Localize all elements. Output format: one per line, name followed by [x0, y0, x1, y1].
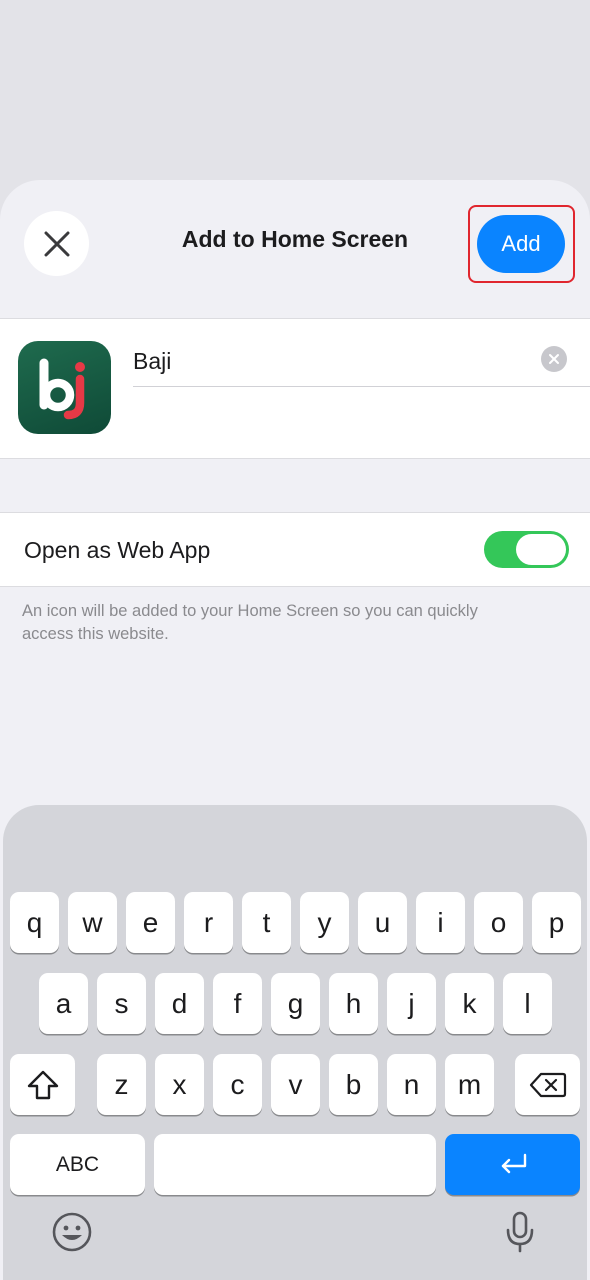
app-icon [18, 341, 111, 434]
key-b[interactable]: b [329, 1054, 378, 1115]
web-app-row: Open as Web App [0, 512, 590, 587]
key-j[interactable]: j [387, 973, 436, 1034]
key-x[interactable]: x [155, 1054, 204, 1115]
emoji-icon [52, 1212, 91, 1251]
key-i[interactable]: i [416, 892, 465, 953]
key-t[interactable]: t [242, 892, 291, 953]
key-y[interactable]: y [300, 892, 349, 953]
baji-logo-icon [39, 358, 85, 419]
emoji-button[interactable] [49, 1209, 94, 1254]
key-d[interactable]: d [155, 973, 204, 1034]
space-key[interactable] [154, 1134, 436, 1195]
web-app-toggle[interactable] [484, 531, 569, 568]
toggle-knob [516, 534, 566, 565]
key-k[interactable]: k [445, 973, 494, 1034]
delete-key[interactable] [515, 1054, 580, 1115]
key-l[interactable]: l [503, 973, 552, 1034]
clear-text-button[interactable] [541, 346, 567, 372]
key-w[interactable]: w [68, 892, 117, 953]
key-q[interactable]: q [10, 892, 59, 953]
return-icon [501, 1153, 526, 1173]
key-g[interactable]: g [271, 973, 320, 1034]
key-n[interactable]: n [387, 1054, 436, 1115]
key-s[interactable]: s [97, 973, 146, 1034]
web-app-label: Open as Web App [24, 537, 211, 563]
key-u[interactable]: u [358, 892, 407, 953]
key-a[interactable]: a [39, 973, 88, 1034]
key-r[interactable]: r [184, 892, 233, 953]
key-o[interactable]: o [474, 892, 523, 953]
key-m[interactable]: m [445, 1054, 494, 1115]
key-e[interactable]: e [126, 892, 175, 953]
abc-key[interactable]: ABC [10, 1134, 145, 1195]
dictation-button[interactable] [497, 1209, 542, 1254]
shift-key[interactable] [10, 1054, 75, 1115]
key-v[interactable]: v [271, 1054, 320, 1115]
keyboard: q w e r t y u i o p a s d f g h j k l z … [3, 805, 587, 1280]
footnote-text: An icon will be added to your Home Scree… [22, 602, 478, 643]
app-name-input[interactable] [133, 343, 533, 379]
name-underline [133, 386, 590, 387]
key-c[interactable]: c [213, 1054, 262, 1115]
key-p[interactable]: p [532, 892, 581, 953]
clear-icon [549, 354, 559, 364]
microphone-icon [506, 1211, 533, 1252]
app-name-card [0, 318, 590, 459]
key-z[interactable]: z [97, 1054, 146, 1115]
key-h[interactable]: h [329, 973, 378, 1034]
add-button[interactable]: Add [477, 215, 565, 273]
backspace-icon [529, 1072, 566, 1097]
return-key[interactable] [445, 1134, 580, 1195]
key-f[interactable]: f [213, 973, 262, 1034]
shift-icon [27, 1070, 58, 1099]
